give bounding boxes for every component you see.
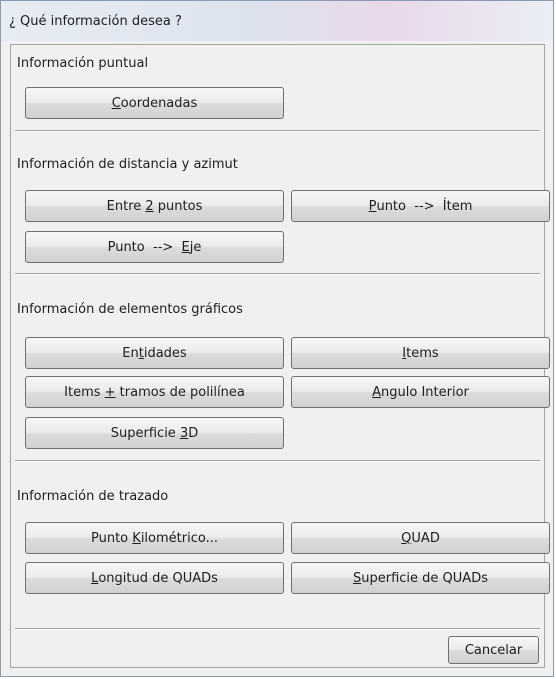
punto-kilometrico-button[interactable]: Punto Kilométrico... [25, 522, 284, 554]
button-text: Superficie [110, 425, 180, 441]
cancel-label: Cancelar [464, 642, 523, 658]
dialog-window: ¿ Qué información desea ? Información pu… [0, 0, 554, 677]
mnemonic-key: K [132, 530, 141, 546]
button-text: uperficie de QUADs [361, 570, 488, 586]
angulo-interior-button[interactable]: Angulo Interior [291, 376, 550, 408]
separator [15, 273, 540, 275]
button-text: UAD [411, 530, 440, 546]
superficie-quads-button[interactable]: Superficie de QUADs [291, 562, 550, 594]
cancel-button[interactable]: Cancelar [448, 636, 539, 664]
button-text: D [188, 425, 199, 441]
button-text: idades [143, 345, 187, 361]
button-text: Items [64, 384, 105, 400]
separator [15, 130, 540, 132]
mnemonic-key: Q [401, 530, 412, 546]
button-text: Entre [106, 198, 146, 214]
coordenadas-button[interactable]: Coordenadas [25, 87, 284, 119]
entidades-button[interactable]: En t idades [25, 337, 284, 369]
entre-2-puntos-button[interactable]: Entre 2 puntos [25, 190, 284, 222]
button-text: puntos [153, 198, 203, 214]
section-label-trazado: Información de trazado [17, 489, 169, 504]
section-label-puntual: Información puntual [17, 56, 149, 71]
items-tramos-polilinea-button[interactable]: Items + tramos de polilínea [25, 376, 284, 408]
button-text: oordenadas [120, 95, 198, 111]
punto-item-button[interactable]: Punto --> Ítem [291, 190, 550, 222]
dialog-title: ¿ Qué información desea ? [9, 14, 182, 29]
mnemonic-key: L [91, 570, 99, 586]
button-text: ongitud de QUADs [98, 570, 218, 586]
mnemonic-key: + [104, 384, 116, 400]
button-text: je [189, 239, 202, 255]
quad-button[interactable]: Q UAD [291, 522, 550, 554]
mnemonic-key: A [372, 384, 382, 400]
button-text: Punto --> [107, 239, 182, 255]
mnemonic-key: P [368, 198, 377, 214]
superficie-3d-button[interactable]: Superficie 3D [25, 417, 284, 449]
mnemonic-key: 2 [145, 198, 154, 214]
mnemonic-key: C [111, 95, 121, 111]
title-bar: ¿ Qué información desea ? [1, 1, 553, 41]
separator [15, 628, 540, 630]
button-text: tramos de polilínea [115, 384, 245, 400]
button-text: ilométrico... [140, 530, 218, 546]
section-label-graficos: Información de elementos gráficos [17, 302, 243, 317]
button-text: Punto [91, 530, 133, 546]
dialog-content: Información puntual Coordenadas Informac… [10, 44, 550, 668]
mnemonic-key: 3 [179, 425, 189, 441]
mnemonic-key: S [353, 570, 362, 586]
button-text: unto --> Ítem [376, 198, 473, 214]
button-text: En [122, 345, 139, 361]
section-label-distancia: Información de distancia y azimut [17, 157, 238, 172]
punto-eje-button[interactable]: Punto --> Eje [25, 231, 284, 263]
mnemonic-key: E [181, 239, 190, 255]
button-text: ngulo Interior [381, 384, 469, 400]
longitud-quads-button[interactable]: Longitud de QUADs [25, 562, 284, 594]
button-text: tems [406, 345, 439, 361]
separator [15, 460, 540, 462]
items-button[interactable]: Items [291, 337, 550, 369]
